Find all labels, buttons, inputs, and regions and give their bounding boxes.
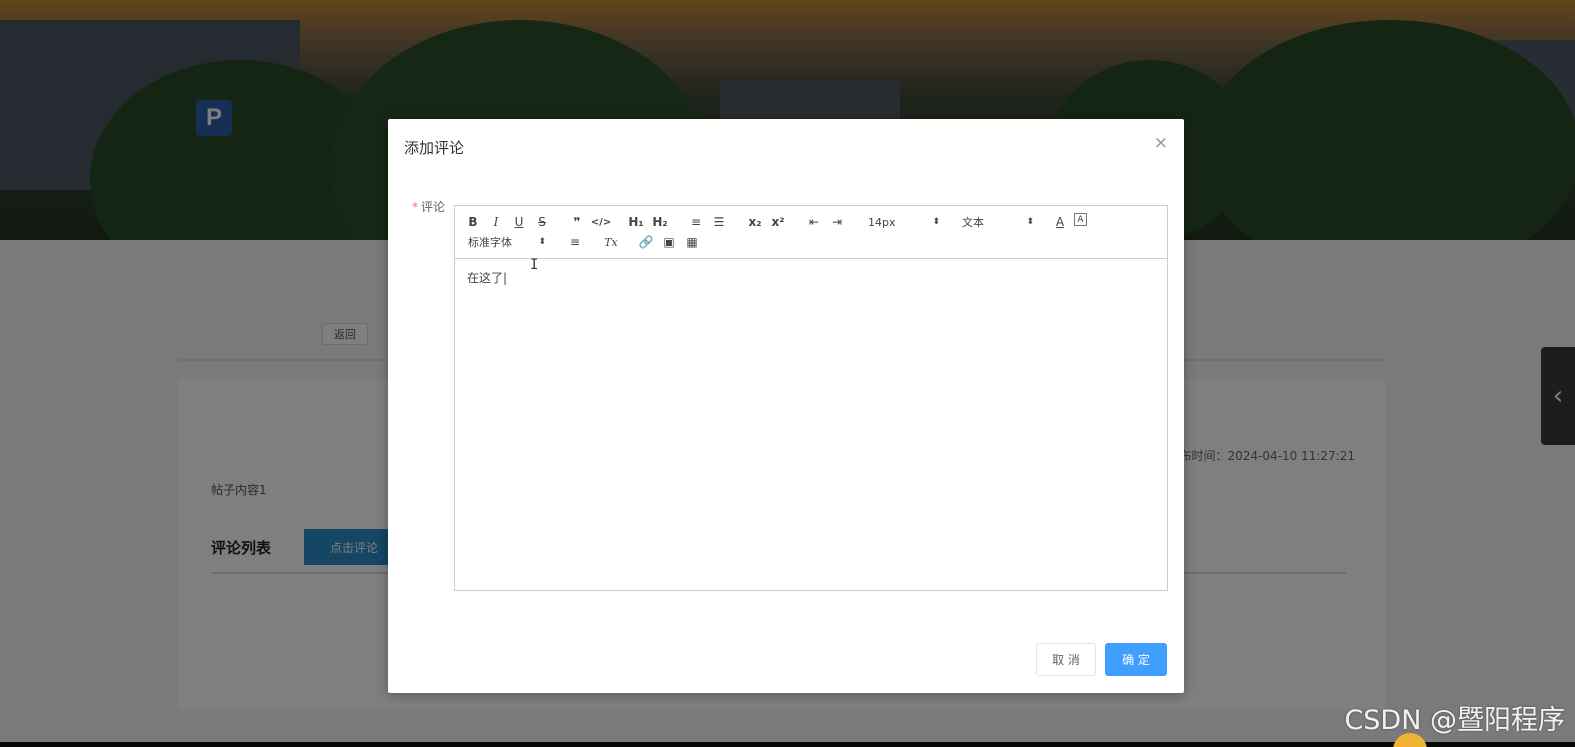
font-color-icon[interactable]: A [1051, 213, 1069, 231]
subscript-icon[interactable]: x₂ [746, 213, 764, 231]
header-2-icon[interactable]: H₂ [651, 213, 669, 231]
dialog-title: 添加评论 [404, 139, 465, 157]
link-icon[interactable]: 🔗 [637, 233, 655, 251]
image-icon[interactable]: ▣ [660, 233, 678, 251]
bullet-list-icon[interactable]: ☰ [710, 213, 728, 231]
blockquote-icon[interactable]: ❞ [568, 213, 586, 231]
close-icon[interactable]: × [1154, 133, 1168, 153]
sort-arrows-icon: ⬍ [1026, 217, 1034, 227]
sort-arrows-icon: ⬍ [932, 217, 940, 227]
font-size-value: 14px [868, 215, 896, 229]
bold-icon[interactable]: B [464, 213, 482, 231]
paragraph-style-value: 文本 [962, 216, 984, 229]
background-color-icon[interactable]: A [1074, 213, 1087, 226]
indent-icon[interactable]: ⇥ [828, 213, 846, 231]
text-cursor-icon: I [530, 257, 539, 273]
superscript-icon[interactable]: x² [769, 213, 787, 231]
field-label-text: 评论 [421, 200, 446, 214]
align-icon[interactable]: ≡ [566, 233, 584, 251]
watermark: CSDN @暨阳程序 [1344, 705, 1565, 736]
outdent-icon[interactable]: ⇤ [805, 213, 823, 231]
cancel-button[interactable]: 取 消 [1036, 643, 1096, 676]
font-family-select[interactable]: 标准字体 ⬍ [468, 233, 546, 251]
strikethrough-icon[interactable]: S [533, 213, 551, 231]
confirm-button[interactable]: 确 定 [1105, 643, 1167, 676]
clear-format-icon[interactable]: Tx [602, 233, 620, 251]
video-icon[interactable]: ▦ [683, 233, 701, 251]
comment-field-label: * 评论 [412, 198, 445, 215]
required-mark: * [412, 200, 418, 214]
editor-text: 在这了| [467, 271, 508, 285]
font-size-select[interactable]: 14px ⬍ [868, 213, 940, 231]
ordered-list-icon[interactable]: ≡ [687, 213, 705, 231]
code-block-icon[interactable]: </> [591, 213, 611, 231]
header-1-icon[interactable]: H₁ [627, 213, 645, 231]
font-family-value: 标准字体 [468, 236, 512, 249]
italic-icon[interactable]: I [487, 213, 505, 231]
sort-arrows-icon: ⬍ [538, 237, 546, 247]
editor-toolbar: B I U S ❞ </> H₁ H₂ ≡ ☰ x₂ x² ⇤ ⇥ 14px ⬍… [455, 206, 1167, 259]
rich-text-editor: B I U S ❞ </> H₁ H₂ ≡ ☰ x₂ x² ⇤ ⇥ 14px ⬍… [454, 205, 1168, 591]
add-comment-dialog: 添加评论 × * 评论 B I U S ❞ </> H₁ H₂ ≡ ☰ x₂ x²… [388, 119, 1184, 693]
underline-icon[interactable]: U [510, 213, 528, 231]
paragraph-style-select[interactable]: 文本 ⬍ [962, 213, 1034, 231]
editor-content[interactable]: 在这了| [455, 259, 1167, 591]
